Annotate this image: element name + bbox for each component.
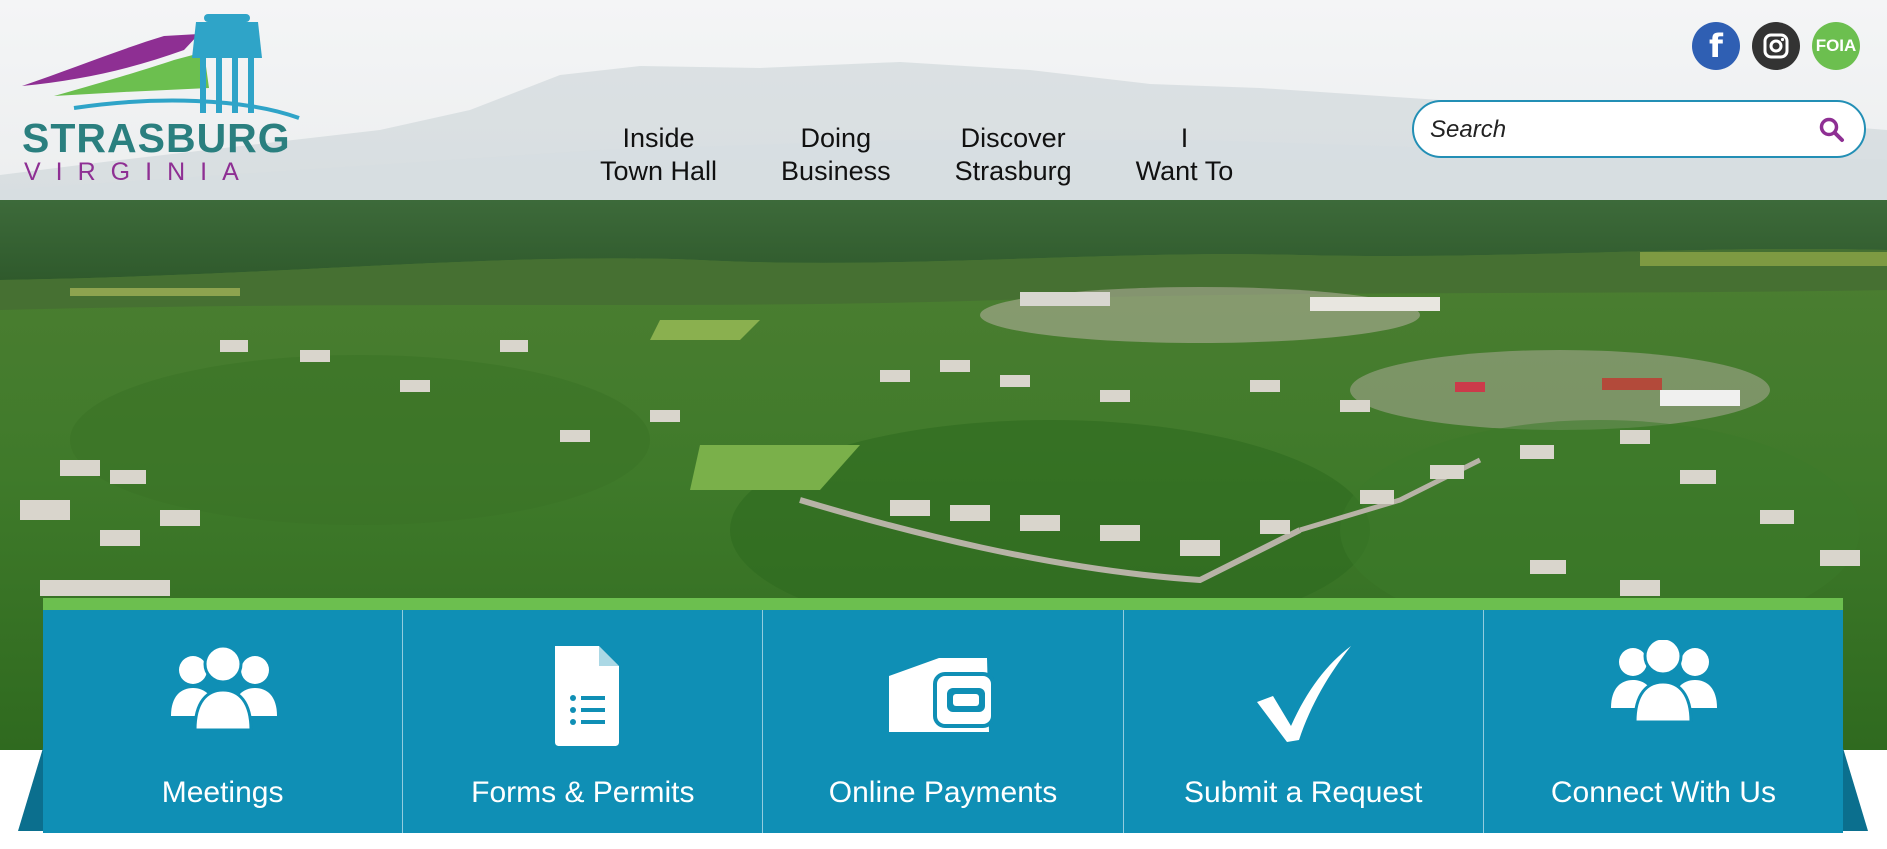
quick-links-section: Meetings Forms & Permits Online Payments: [0, 598, 1887, 849]
facebook-icon[interactable]: f: [1692, 22, 1740, 70]
nav-label-line1: Doing: [800, 123, 872, 153]
quick-link-meetings[interactable]: Meetings: [43, 610, 404, 833]
nav-label-line2: Want To: [1135, 156, 1234, 186]
site-header: STRASBURG VIRGINIA Inside Town Hall Doin…: [0, 0, 1887, 200]
logo-text-strasburg: STRASBURG: [22, 115, 291, 161]
people-group-icon: [1611, 640, 1718, 724]
instagram-glyph-icon: [1763, 33, 1789, 59]
quick-link-label: Online Payments: [828, 776, 1058, 809]
nav-label-line1: I: [1180, 123, 1189, 153]
main-navigation: Inside Town Hall Doing Business Discover…: [600, 122, 1297, 192]
quick-link-submit-request[interactable]: Submit a Request: [1124, 610, 1484, 833]
nav-label-line2: Business: [781, 156, 891, 186]
search-box: [1412, 100, 1866, 158]
checkmark-icon: [1257, 646, 1352, 742]
quick-link-label: Forms & Permits: [471, 776, 695, 809]
quick-links-bar: Meetings Forms & Permits Online Payments: [43, 598, 1843, 833]
instagram-icon[interactable]: [1752, 22, 1800, 70]
quick-link-label: Submit a Request: [1183, 776, 1423, 809]
payment-card-icon: [889, 658, 995, 732]
foia-label: FOIA: [1815, 36, 1857, 55]
quick-link-connect-with-us[interactable]: Connect With Us: [1484, 610, 1843, 833]
people-group-icon: [170, 644, 277, 732]
nav-inside-town-hall[interactable]: Inside Town Hall: [600, 122, 717, 192]
document-icon: [554, 646, 619, 746]
facebook-glyph: f: [1709, 27, 1723, 65]
quick-link-label: Meetings: [161, 776, 284, 809]
nav-label-line2: Strasburg: [954, 156, 1072, 186]
quick-link-forms-permits[interactable]: Forms & Permits: [403, 610, 764, 833]
nav-label-line1: Discover: [960, 123, 1066, 153]
nav-i-want-to[interactable]: I Want To: [1136, 122, 1234, 192]
ribbon-fold-right: [1843, 748, 1868, 831]
ribbon-fold-left: [18, 748, 43, 831]
foia-button[interactable]: FOIA: [1812, 22, 1860, 70]
quick-link-label: Connect With Us: [1550, 776, 1776, 809]
quick-link-online-payments[interactable]: Online Payments: [763, 610, 1124, 833]
water-tower-logo-icon: [22, 14, 300, 120]
nav-discover-strasburg[interactable]: Discover Strasburg: [955, 122, 1072, 192]
search-input[interactable]: [1430, 112, 1810, 148]
search-icon[interactable]: [1818, 116, 1846, 144]
nav-label-line2: Town Hall: [600, 156, 718, 186]
logo-text-virginia: VIRGINIA: [24, 158, 254, 186]
site-logo[interactable]: STRASBURG VIRGINIA: [14, 8, 304, 186]
nav-doing-business[interactable]: Doing Business: [781, 122, 891, 192]
nav-label-line1: Inside: [622, 123, 695, 153]
